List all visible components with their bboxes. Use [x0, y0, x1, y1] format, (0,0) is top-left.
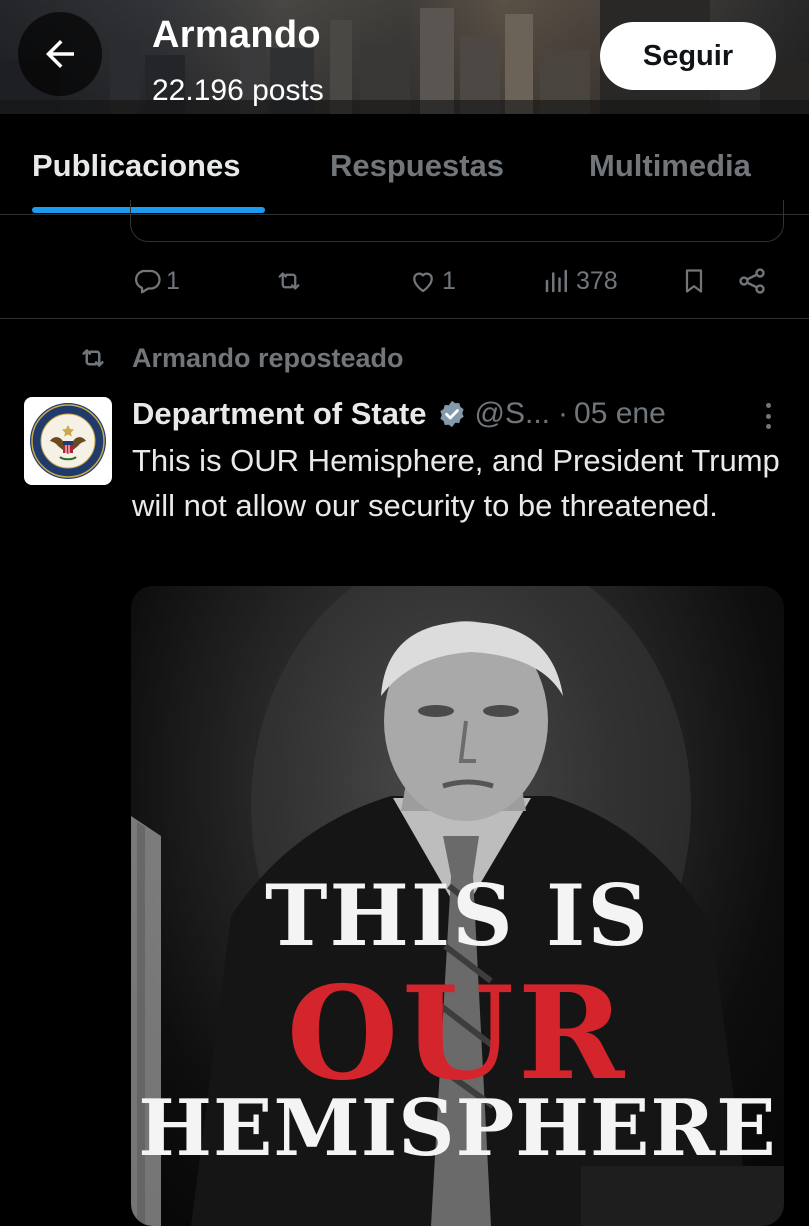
reply-count: 1 — [166, 266, 180, 295]
previous-card-edge — [130, 200, 784, 242]
arrow-left-icon — [46, 40, 74, 68]
share-button[interactable] — [736, 263, 768, 299]
verified-gray-icon — [439, 400, 464, 428]
bookmark-button[interactable] — [680, 263, 708, 299]
author-name[interactable]: Department of State — [132, 396, 427, 432]
post-count: 22.196 posts — [152, 74, 324, 107]
repost-button[interactable] — [272, 263, 306, 299]
tab-publicaciones[interactable]: Publicaciones — [32, 148, 240, 184]
meta-separator: · — [558, 397, 569, 430]
previous-tweet-actions: 1 1 378 — [0, 255, 809, 307]
views-icon — [545, 269, 567, 293]
views-button[interactable]: 378 — [542, 263, 618, 299]
view-count: 378 — [576, 266, 618, 295]
repost-label: Armando reposteado — [132, 342, 404, 373]
verified-badge — [437, 399, 467, 429]
tweet-header: Department of State @S... · 05 ene — [132, 392, 782, 436]
more-options-button[interactable] — [756, 400, 780, 432]
tab-multimedia[interactable]: Multimedia — [589, 148, 751, 184]
author-handle[interactable]: @S... — [475, 397, 550, 431]
like-button[interactable]: 1 — [408, 263, 456, 299]
back-button[interactable] — [18, 12, 102, 96]
profile-header: Armando 22.196 posts Seguir — [0, 0, 809, 114]
more-dot-icon — [765, 413, 771, 419]
tab-respuestas[interactable]: Respuestas — [330, 148, 504, 184]
tweet-date[interactable]: 05 ene — [574, 397, 666, 431]
bookmark-icon — [685, 269, 703, 293]
more-dot-icon — [765, 424, 771, 429]
media-headline-line2: OUR — [286, 959, 629, 1109]
share-icon — [739, 268, 765, 294]
reply-icon — [135, 269, 161, 294]
more-dot-icon — [765, 403, 771, 408]
state-department-seal-icon — [30, 403, 106, 479]
follow-button[interactable]: Seguir — [600, 22, 776, 90]
reply-button[interactable]: 1 — [132, 263, 180, 299]
media-headline-line1: THIS IS — [264, 866, 651, 965]
repost-icon — [278, 272, 300, 290]
media-headline-line3: HEMISPHERE — [138, 1083, 777, 1174]
tweet-divider — [0, 318, 809, 319]
avatar[interactable] — [24, 397, 112, 485]
repost-icon — [82, 349, 104, 367]
heart-icon — [413, 272, 433, 293]
tweet-text: This is OUR Hemisphere, and President Tr… — [132, 443, 780, 523]
tweet-media[interactable]: THIS IS OUR HEMISPHERE — [131, 586, 784, 1226]
repost-context[interactable]: Armando reposteado — [76, 338, 404, 378]
profile-name: Armando — [152, 14, 321, 56]
like-count: 1 — [442, 266, 456, 295]
